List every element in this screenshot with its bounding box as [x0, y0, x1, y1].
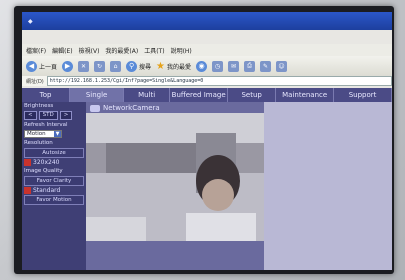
refresh-button[interactable]: ↻ — [94, 60, 106, 72]
selected-marker-icon — [24, 159, 31, 166]
forward-button[interactable]: ▶ — [62, 60, 74, 72]
tab-multi[interactable]: Multi — [124, 88, 171, 102]
menu-view[interactable]: 檢視(V) — [79, 46, 100, 55]
std-button[interactable]: STD — [38, 111, 58, 120]
search-label: 搜尋 — [139, 63, 152, 71]
brightness-label: Brightness — [24, 103, 54, 109]
right-panel — [264, 102, 392, 270]
address-label: 網址(D) — [26, 78, 44, 85]
menu-edit[interactable]: 編輯(E) — [52, 46, 72, 55]
history-button[interactable]: ◷ — [212, 60, 224, 72]
url-input[interactable]: http://192.168.1.253/Cgi/Inf?page=Single… — [46, 76, 392, 86]
camera-frame-image — [86, 113, 264, 241]
address-bar: 網址(D) http://192.168.1.253/Cgi/Inf?page=… — [22, 76, 392, 86]
refresh-select[interactable]: Motion ▼ — [24, 130, 62, 138]
menu-file[interactable]: 檔案(F) — [26, 46, 46, 55]
menu-bar: 檔案(F) 編輯(E) 檢視(V) 我的最愛(A) 工具(T) 說明(H) — [22, 44, 392, 56]
camera-view-area: NetworkCamera — [86, 102, 392, 270]
refresh-label: Refresh Interval — [24, 122, 68, 128]
camera-video-feed — [86, 113, 264, 241]
autosize-button[interactable]: Autosize — [24, 148, 84, 158]
tab-top[interactable]: Top — [22, 88, 71, 102]
browser-window: ◆ 檔案(F) 編輯(E) 檢視(V) 我的最愛(A) 工具(T) 說明(H) … — [22, 12, 392, 270]
star-icon: ★ — [156, 60, 165, 72]
messenger-button[interactable]: ☺ — [276, 60, 288, 72]
menu-help[interactable]: 說明(H) — [171, 46, 192, 55]
camera-icon — [90, 104, 100, 112]
tab-buffered-image[interactable]: Buffered Image — [170, 88, 229, 102]
tab-support[interactable]: Support — [334, 88, 392, 102]
resolution-option[interactable]: 320x240 — [24, 159, 84, 166]
selected-marker-icon — [24, 187, 31, 194]
camera-title-text: NetworkCamera — [103, 104, 160, 112]
quality-value: Standard — [33, 187, 61, 194]
mail-button[interactable]: ✉ — [228, 60, 240, 72]
search-icon: ⚲ — [126, 60, 138, 72]
camera-title: NetworkCamera — [90, 104, 160, 112]
home-button[interactable]: ⌂ — [110, 60, 122, 72]
edit-button[interactable]: ✎ — [260, 60, 272, 72]
media-button[interactable]: ◉ — [196, 60, 208, 72]
window-titlebar: ◆ — [22, 12, 392, 30]
chevron-down-icon: ▼ — [54, 131, 61, 137]
back-arrow-icon: ◀ — [26, 60, 37, 72]
favor-clarity-button[interactable]: Favor Clarity — [24, 176, 84, 186]
stop-button[interactable]: ✕ — [78, 60, 90, 72]
resolution-value: 320x240 — [33, 159, 60, 166]
window-title-bar-icon: ◆ — [28, 17, 33, 25]
menu-tools[interactable]: 工具(T) — [144, 46, 164, 55]
resolution-label: Resolution — [24, 140, 53, 146]
back-button[interactable]: ◀ 上一頁 — [26, 60, 58, 72]
refresh-value: Motion — [27, 131, 46, 137]
tab-maintenance[interactable]: Maintenance — [276, 88, 335, 102]
tab-setup[interactable]: Setup — [228, 88, 277, 102]
favor-motion-button[interactable]: Favor Motion — [24, 195, 84, 205]
brightness-up-button[interactable]: > — [59, 111, 73, 120]
back-label: 上一頁 — [39, 63, 58, 71]
brightness-down-button[interactable]: < — [24, 111, 37, 120]
quality-label: Image Quality — [24, 168, 63, 174]
favorites-label: 我的最愛 — [167, 63, 192, 71]
print-button[interactable]: ⎙ — [244, 60, 256, 72]
menu-favorites[interactable]: 我的最愛(A) — [105, 46, 138, 55]
quality-option[interactable]: Standard — [24, 187, 84, 194]
search-button[interactable]: ⚲ 搜尋 — [126, 60, 152, 72]
favorites-button[interactable]: ★ 我的最愛 — [156, 61, 191, 72]
camera-nav-tabs: Top Single Multi Buffered Image Setup Ma… — [22, 88, 392, 102]
browser-toolbar: ◀ 上一頁 ▶ ✕ ↻ ⌂ ⚲ 搜尋 ★ 我的最愛 ◉ ◷ ✉ ⎙ ✎ ☺ — [22, 56, 392, 76]
camera-control-sidebar: Brightness < STD > Refresh Interval Moti… — [22, 102, 86, 270]
tab-single[interactable]: Single — [70, 88, 125, 102]
